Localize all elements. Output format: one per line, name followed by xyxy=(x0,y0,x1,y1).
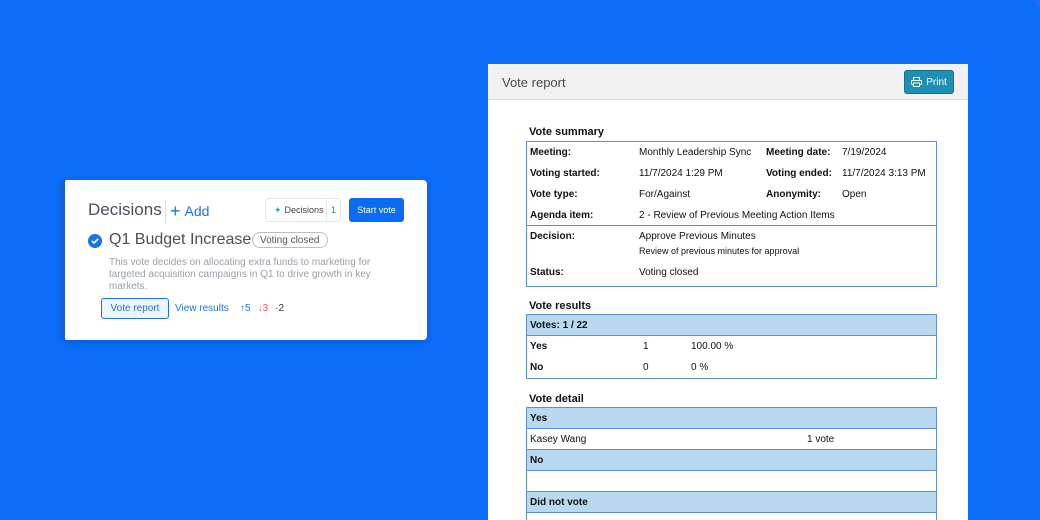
vote-summary-heading: Vote summary xyxy=(529,126,604,138)
print-label: Print xyxy=(926,76,947,88)
votes-total: Votes: 1 / 22 xyxy=(530,320,588,331)
vote-summary-table: Meeting: Monthly Leadership Sync Meeting… xyxy=(526,141,937,287)
decisions-card: Decisions + Add ✦ Decisions 1 Start vote… xyxy=(62,180,427,340)
abstain-count: ·2 xyxy=(275,303,285,314)
vote-results-heading: Vote results xyxy=(529,300,592,312)
no-header: No xyxy=(530,455,544,466)
status-value: Voting closed xyxy=(639,267,699,278)
table-row xyxy=(527,513,936,520)
decision-subtext: Review of previous minutes for approval xyxy=(639,246,800,256)
plus-icon: + xyxy=(170,201,181,221)
status-badge: Voting closed xyxy=(252,232,328,248)
vote-results-table: Votes: 1 / 22 Yes 1 100.00 % No 0 0 % xyxy=(526,314,937,379)
decisions-chip-label: Decisions xyxy=(284,205,324,215)
divider xyxy=(165,200,166,224)
summary-row: Agenda item: 2 - Review of Previous Meet… xyxy=(527,205,936,225)
summary-row: Decision: Approve Previous Minutes xyxy=(527,226,936,244)
meeting-value: Monthly Leadership Sync xyxy=(639,147,752,158)
summary-row: Review of previous minutes for approval xyxy=(527,244,936,262)
add-label: Add xyxy=(184,203,210,219)
voting-started-value: 11/7/2024 1:29 PM xyxy=(639,168,723,179)
downvote-count: ↓3 xyxy=(257,303,269,314)
no-header-row: No xyxy=(527,450,936,471)
add-decision-button[interactable]: + Add xyxy=(170,200,209,222)
table-row xyxy=(527,471,936,492)
decisions-chip[interactable]: ✦ Decisions 1 xyxy=(265,198,341,222)
decision-label: Decision: xyxy=(530,231,576,242)
summary-row: Vote type: For/Against Anonymity: Open xyxy=(527,184,936,205)
agenda-item-label: Agenda item: xyxy=(530,210,594,221)
decisions-count-badge: 1 xyxy=(326,199,340,221)
voting-started-label: Voting started: xyxy=(530,168,600,179)
vote-report-button[interactable]: Vote report xyxy=(101,298,169,319)
table-row: Kasey Wang 1 vote xyxy=(527,429,936,450)
view-results-link[interactable]: View results xyxy=(175,303,229,314)
option-percent: 0 % xyxy=(691,362,709,373)
meeting-date-label: Meeting date: xyxy=(766,147,831,158)
yes-header: Yes xyxy=(530,413,548,424)
decision-value: Approve Previous Minutes xyxy=(639,231,756,242)
vote-detail-table: Yes Kasey Wang 1 vote No Did not vote xyxy=(526,407,937,520)
report-header: Vote report Print xyxy=(488,64,968,100)
option-count: 1 xyxy=(643,341,649,352)
votes-header-row: Votes: 1 / 22 xyxy=(527,315,936,336)
vote-report-panel: Vote report Print Vote summary Meeting: … xyxy=(488,64,968,520)
vote-detail-heading: Vote detail xyxy=(529,393,584,405)
print-button[interactable]: Print xyxy=(904,70,954,94)
voter-votes: 1 vote xyxy=(807,434,835,445)
anonymity-label: Anonymity: xyxy=(766,189,821,200)
summary-row: Meeting: Monthly Leadership Sync Meeting… xyxy=(527,142,936,163)
option-label: No xyxy=(530,362,544,373)
start-vote-button[interactable]: Start vote xyxy=(349,198,404,222)
status-label: Status: xyxy=(530,267,564,278)
anonymity-value: Open xyxy=(842,189,867,200)
background: Decisions + Add ✦ Decisions 1 Start vote… xyxy=(0,0,1040,520)
decision-description: This vote decides on allocating extra fu… xyxy=(109,257,371,292)
meeting-label: Meeting: xyxy=(530,147,572,158)
table-row: No 0 0 % xyxy=(527,357,936,378)
did-not-vote-header: Did not vote xyxy=(530,497,588,508)
voting-ended-label: Voting ended: xyxy=(766,168,832,179)
report-title: Vote report xyxy=(502,75,566,90)
vote-type-label: Vote type: xyxy=(530,189,578,200)
option-count: 0 xyxy=(643,362,649,373)
upvote-count: ↑5 xyxy=(240,303,251,314)
option-percent: 100.00 % xyxy=(691,341,734,352)
vote-type-value: For/Against xyxy=(639,189,691,200)
agenda-item-value: 2 - Review of Previous Meeting Action It… xyxy=(639,210,835,221)
option-label: Yes xyxy=(530,341,548,352)
yes-header-row: Yes xyxy=(527,408,936,429)
decisions-title: Decisions xyxy=(88,200,162,219)
sparkle-icon: ✦ xyxy=(274,204,282,215)
printer-icon xyxy=(911,77,923,87)
meeting-date-value: 7/19/2024 xyxy=(842,147,887,158)
voting-ended-value: 11/7/2024 3:13 PM xyxy=(842,168,926,179)
check-circle-icon xyxy=(88,234,102,248)
did-not-vote-header-row: Did not vote xyxy=(527,492,936,513)
vote-counts: ↑5 ↓3 ·2 xyxy=(240,303,284,314)
summary-row: Voting started: 11/7/2024 1:29 PM Voting… xyxy=(527,163,936,184)
table-row: Yes 1 100.00 % xyxy=(527,336,936,357)
voter-name: Kasey Wang xyxy=(530,434,587,445)
decision-title[interactable]: Q1 Budget Increase xyxy=(109,231,251,249)
summary-row: Status: Voting closed xyxy=(527,262,936,286)
